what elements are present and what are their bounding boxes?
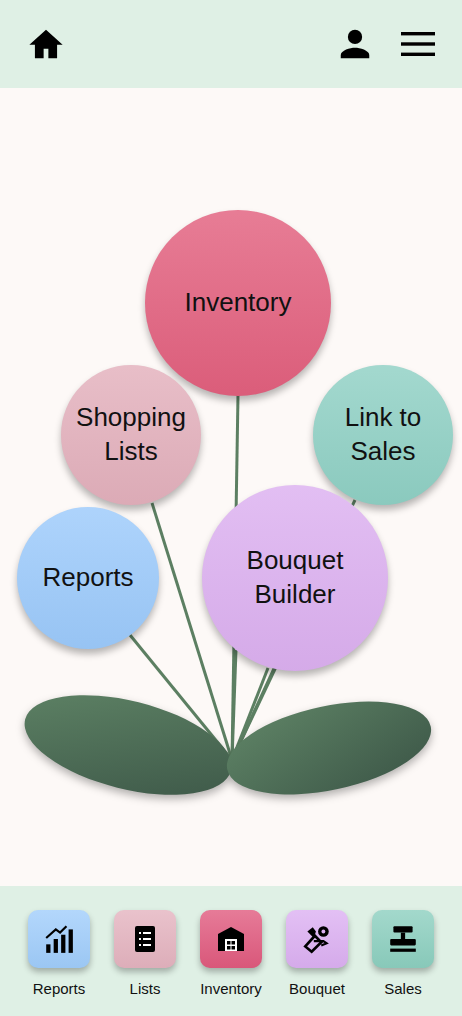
top-bar	[0, 0, 462, 88]
app-screen: Inventory Shopping Lists Link to Sales Repo…	[0, 0, 462, 1016]
flower-node[interactable]: Reports	[17, 507, 159, 649]
nav-item[interactable]: Reports	[17, 910, 101, 997]
node-label: Inventory	[185, 286, 292, 320]
nav-item[interactable]: Lists	[103, 910, 187, 997]
nav-tile[interactable]	[114, 910, 176, 968]
bottom-nav: Reports Lists Inventory Bouquet Sales	[0, 886, 462, 1016]
node-label: Reports	[42, 561, 133, 595]
node-label: Link to Sales	[325, 401, 441, 469]
menu-icon[interactable]	[400, 29, 436, 59]
nav-label: Lists	[130, 980, 161, 997]
cash-register-icon	[387, 923, 419, 955]
nav-item[interactable]: Sales	[361, 910, 445, 997]
flower-node[interactable]: Inventory	[145, 210, 331, 396]
nav-label: Sales	[384, 980, 422, 997]
node-label: Bouquet Builder	[225, 544, 365, 612]
flower-node[interactable]: Shopping Lists	[61, 365, 201, 505]
nav-tile[interactable]	[200, 910, 262, 968]
warehouse-icon	[216, 924, 246, 954]
nav-label: Inventory	[200, 980, 262, 997]
flower-node[interactable]: Bouquet Builder	[202, 485, 388, 671]
list-icon	[130, 924, 160, 954]
bouquet-icon	[301, 923, 333, 955]
nav-tile[interactable]	[372, 910, 434, 968]
flower-node[interactable]: Link to Sales	[313, 365, 453, 505]
top-actions	[336, 25, 436, 63]
nav-label: Reports	[33, 980, 86, 997]
nav-tile[interactable]	[286, 910, 348, 968]
bar-chart-icon	[43, 923, 75, 955]
leaves	[15, 677, 440, 814]
nav-tile[interactable]	[28, 910, 90, 968]
nav-item[interactable]: Bouquet	[275, 910, 359, 997]
nav-label: Bouquet	[289, 980, 345, 997]
nav-item[interactable]: Inventory	[189, 910, 273, 997]
flower-diagram: Inventory Shopping Lists Link to Sales Repo…	[0, 88, 462, 886]
node-label: Shopping Lists	[73, 401, 189, 469]
account-icon[interactable]	[336, 25, 374, 63]
home-icon[interactable]	[27, 25, 65, 63]
